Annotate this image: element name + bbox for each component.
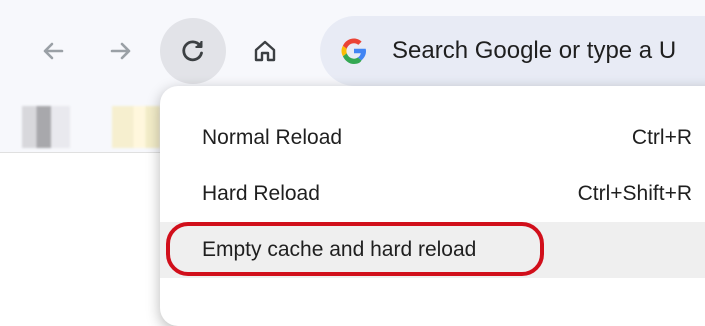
home-button[interactable] (232, 18, 298, 84)
back-arrow-icon (43, 42, 64, 60)
bookmark-favicon[interactable] (22, 106, 70, 148)
red-highlight-annotation (166, 222, 544, 276)
reload-icon (182, 40, 203, 62)
menu-item-hard-reload[interactable]: Hard Reload Ctrl+Shift+R (160, 166, 705, 222)
google-g-icon (341, 38, 366, 64)
bookmark-favicon[interactable] (112, 106, 160, 148)
browser-toolbar: Search Google or type a U (0, 0, 705, 100)
home-icon (254, 40, 276, 62)
omnibox-placeholder: Search Google or type a U (392, 37, 677, 64)
reload-button[interactable] (160, 18, 226, 84)
back-button[interactable] (20, 18, 86, 84)
menu-item-normal-reload[interactable]: Normal Reload Ctrl+R (160, 110, 705, 166)
reload-context-menu: Normal Reload Ctrl+R Hard Reload Ctrl+Sh… (160, 86, 705, 326)
menu-item-shortcut: Ctrl+Shift+R (577, 182, 692, 205)
menu-item-shortcut: Ctrl+R (631, 126, 692, 149)
forward-button[interactable] (88, 18, 154, 84)
menu-item-label: Hard Reload (202, 182, 320, 205)
address-bar[interactable]: Search Google or type a U (320, 16, 705, 86)
forward-arrow-icon (110, 42, 131, 60)
menu-item-label: Normal Reload (202, 126, 343, 149)
